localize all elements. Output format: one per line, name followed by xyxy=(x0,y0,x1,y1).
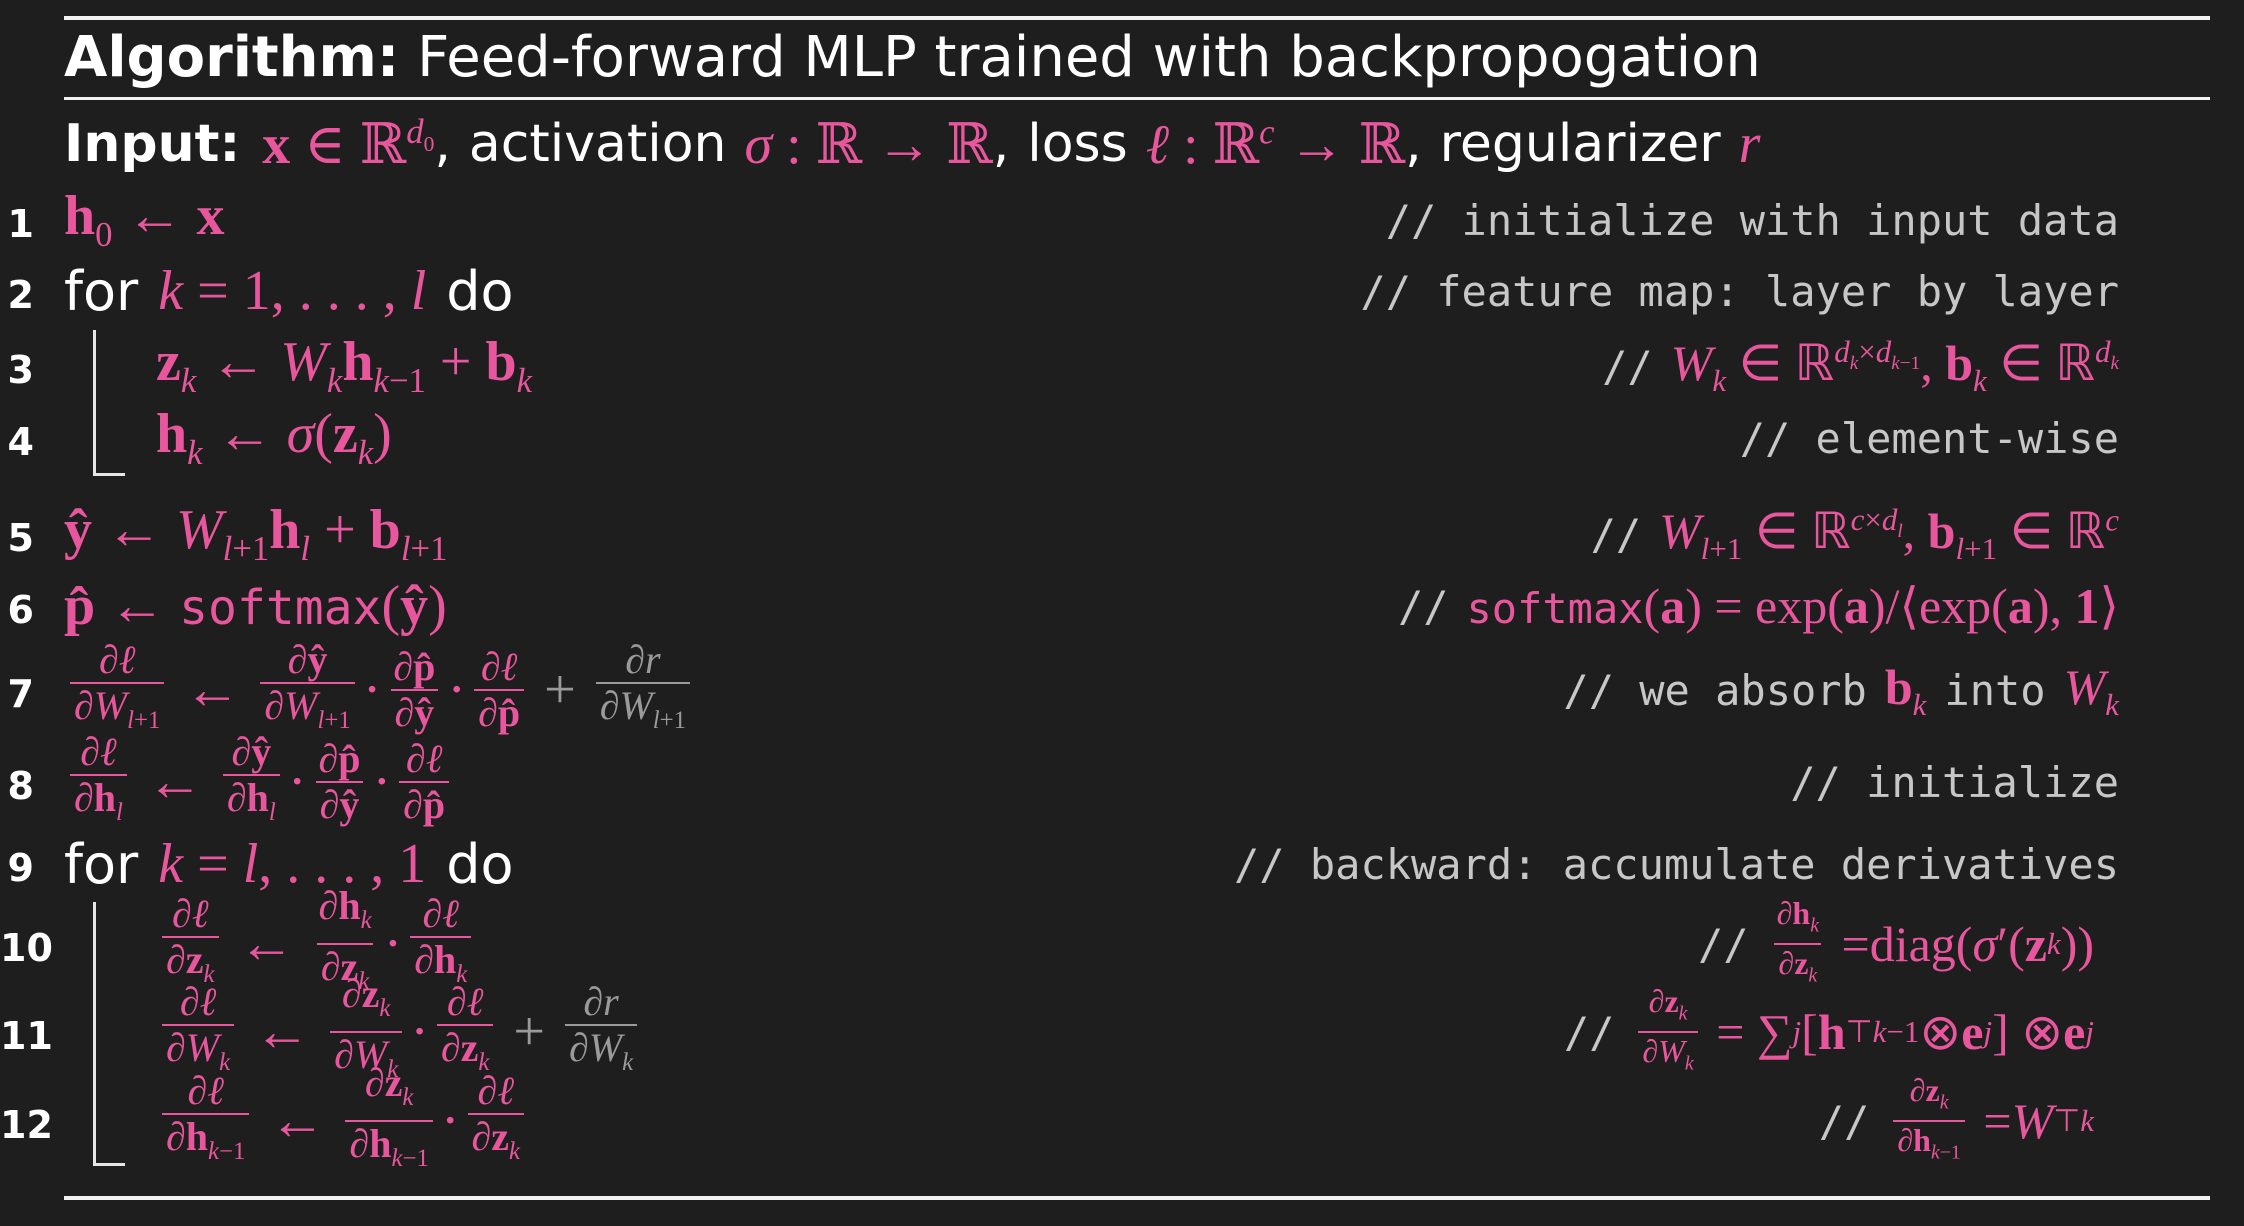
statement-math: ∂ℓ ∂hl ← ∂ŷ ∂hl · ∂p̂ ∂ŷ · ∂ℓ ∂p̂ xyxy=(64,729,455,827)
line-comment: // ∂hk ∂zk = diag(σ ′(z k)) xyxy=(1698,895,2094,988)
statement-math: zk ← Wkhk−1 + bk xyxy=(156,331,533,401)
line-number: 1 xyxy=(7,202,34,246)
algo-line-2: 2 for k = 1, . . . , l do // feature map… xyxy=(0,255,2244,327)
algo-line-11: 11 ∂ℓ ∂Wk ← ∂zk ∂Wk · ∂ℓ ∂zk + ∂r ∂Wk // ∂zk… xyxy=(0,972,2244,1084)
algo-line-4: 4 hk ← σ(zk) // element-wise xyxy=(0,402,2244,474)
line-comment: // initialize xyxy=(1790,757,2119,807)
line-number: 6 xyxy=(7,588,34,632)
algo-line-6: 6 p̂ ← softmax(ŷ) // softmax(a) = exp(a)… xyxy=(0,570,2244,642)
statement-math: hk ← σ(zk) xyxy=(156,403,392,473)
regularizer-fraction: ∂r ∂Wk xyxy=(565,979,638,1085)
for-keyword: for xyxy=(64,259,139,323)
input-x-math: x ∈ ℝd0 xyxy=(262,111,435,176)
regularizer-fraction: ∂r ∂Wl+1 xyxy=(595,637,691,743)
comment-math: ∂zk ∂hk−1 = W ⊤ k xyxy=(1887,1072,2094,1171)
line-comment: // element-wise xyxy=(1739,413,2119,463)
statement-math: ∂ℓ ∂zk ← ∂hk ∂zk · ∂ℓ ∂hk xyxy=(156,884,477,995)
input-label: Input: xyxy=(64,114,241,174)
algorithm-label: Algorithm: xyxy=(64,25,400,90)
statement-math: h0 ← x xyxy=(64,185,225,255)
algo-line-5: 5 ŷ ← Wl+1hl + bl+1 // Wl+1 ∈ ℝc×dl, bl+… xyxy=(0,498,2244,570)
line-comment: // softmax(a) = exp(a)/⟨exp(a), 1⟩ xyxy=(1397,578,2119,634)
do-keyword: do xyxy=(446,832,514,896)
line-number: 9 xyxy=(7,846,34,890)
algo-line-1: 1 h0 ← x // initialize with input data xyxy=(0,184,2244,256)
line-number: 11 xyxy=(0,1014,53,1058)
line-comment: // we absorb bk into Wk xyxy=(1563,658,2119,722)
loss-label: loss xyxy=(1027,114,1128,174)
comment-math: ∂zk ∂Wk = ∑ j[h ⊤ k−1 ⊗ e j] ⊗ ej xyxy=(1632,983,2094,1082)
title-rule xyxy=(64,97,2210,100)
algo-line-3: 3 zk ← Wkhk−1 + bk // Wk ∈ ℝdk×dk−1, bk … xyxy=(0,330,2244,402)
line-number: 5 xyxy=(7,516,34,560)
do-keyword: do xyxy=(446,259,514,323)
line-number: 7 xyxy=(7,672,34,716)
line-comment: // Wl+1 ∈ ℝc×dl, bl+1 ∈ ℝc xyxy=(1590,501,2119,566)
algorithm-title: Algorithm: Feed-forward MLP trained with… xyxy=(64,24,1761,92)
loop-range-math: k = l, . . . , 1 xyxy=(158,833,427,895)
line-number: 4 xyxy=(7,420,34,464)
activation-label: activation xyxy=(468,114,727,174)
statement-math: p̂ ← softmax(ŷ) xyxy=(64,575,447,637)
line-number: 3 xyxy=(7,348,34,392)
bottom-rule xyxy=(64,1196,2210,1200)
input-line: Input: x ∈ ℝd0, activation σ : ℝ → ℝ, lo… xyxy=(64,111,1761,176)
statement-math: ∂ℓ ∂Wl+1 ← ∂ŷ ∂Wl+1 · ∂p̂ ∂ŷ · ∂ℓ ∂p̂ + ∂r ∂W… xyxy=(64,637,696,735)
line-comment: // feature map: layer by layer xyxy=(1360,266,2119,316)
line-comment: // ∂zk ∂hk−1 = W ⊤ k xyxy=(1819,1072,2094,1166)
fraction: ∂ℓ ∂Wl+1 xyxy=(70,637,165,743)
algo-line-7: 7 ∂ℓ ∂Wl+1 ← ∂ŷ ∂Wl+1 · ∂p̂ ∂ŷ · ∂ℓ ∂p̂ + ∂r… xyxy=(0,637,2244,735)
statement-math: ∂ℓ ∂hk−1 ← ∂zk ∂hk−1 · ∂ℓ ∂zk xyxy=(156,1061,530,1172)
algo-line-12: 12 ∂ℓ ∂hk−1 ← ∂zk ∂hk−1 · ∂ℓ ∂zk // ∂zk ∂hk−… xyxy=(0,1061,2244,1173)
line-number: 10 xyxy=(0,926,53,970)
line-comment: // initialize with input data xyxy=(1385,195,2119,245)
comment-math: ∂hk ∂zk = diag(σ ′(z k)) xyxy=(1767,895,2094,994)
regularizer-label: regularizer xyxy=(1439,114,1721,174)
line-number: 12 xyxy=(0,1103,53,1147)
regularizer-math: r xyxy=(1738,113,1761,175)
comment-math: Wl+1 ∈ ℝc×dl, bl+1 ∈ ℝc xyxy=(1659,501,2119,566)
fraction: ∂ℓ ∂p̂ xyxy=(474,645,525,735)
loop-range-math: k = 1, . . . , l xyxy=(158,260,427,322)
line-comment: // ∂zk ∂Wk = ∑ j[h ⊤ k−1 ⊗ e j] ⊗ ej xyxy=(1564,983,2094,1076)
line-number: 2 xyxy=(7,273,34,317)
comment-math: Wk ∈ ℝdk×dk−1, bk ∈ ℝdk xyxy=(1670,333,2119,398)
statement-math: ŷ ← Wl+1hl + bl+1 xyxy=(64,499,448,569)
loss-math: ℓ : ℝc → ℝ xyxy=(1145,111,1406,176)
algorithm-name: Feed-forward MLP trained with backpropog… xyxy=(417,25,1761,90)
algo-line-8: 8 ∂ℓ ∂hl ← ∂ŷ ∂hl · ∂p̂ ∂ŷ · ∂ℓ ∂p̂ // initi… xyxy=(0,729,2244,827)
for-keyword: for xyxy=(64,832,139,896)
comment-math: softmax(a) = exp(a)/⟨exp(a), 1⟩ xyxy=(1466,578,2119,634)
line-number: 8 xyxy=(7,764,34,808)
line-comment: // backward: accumulate derivatives xyxy=(1233,839,2119,889)
activation-math: σ : ℝ → ℝ xyxy=(744,113,993,176)
fraction: ∂p̂ ∂ŷ xyxy=(389,645,439,735)
top-rule xyxy=(64,16,2210,20)
fraction: ∂ŷ ∂Wl+1 xyxy=(260,637,355,743)
line-comment: // Wk ∈ ℝdk×dk−1, bk ∈ ℝdk xyxy=(1602,333,2119,398)
